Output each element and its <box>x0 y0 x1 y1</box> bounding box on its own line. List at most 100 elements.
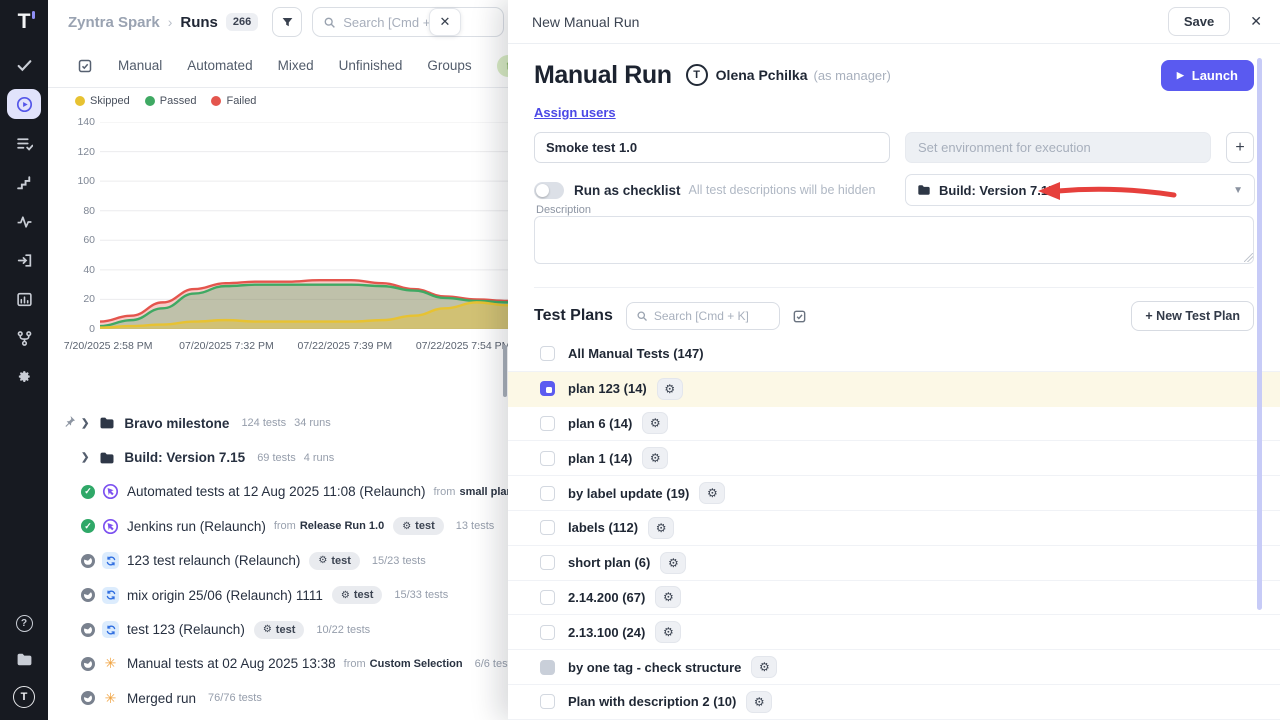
bar-chart-icon[interactable] <box>7 284 41 314</box>
test-plan-settings-button[interactable]: ⚙ <box>655 621 681 643</box>
test-plan-checkbox[interactable] <box>540 486 555 501</box>
bulk-select-icon[interactable] <box>792 309 807 324</box>
folder-icon <box>99 415 115 431</box>
test-tag-badge[interactable]: ⚙test <box>309 552 360 570</box>
test-plan-row[interactable]: plan 123 (14)⚙ <box>508 372 1280 407</box>
test-plans-search-input[interactable] <box>654 309 770 323</box>
test-plan-row[interactable]: 2.13.100 (24) ⚙ <box>508 615 1280 650</box>
test-plan-settings-button[interactable]: ⚙ <box>642 447 668 469</box>
folder-icon[interactable] <box>7 644 41 674</box>
build-folder-select[interactable]: Build: Version 7.15 ▼ <box>905 174 1255 206</box>
tab-groups[interactable]: Groups <box>427 58 471 73</box>
list-check-icon[interactable] <box>7 128 41 158</box>
import-icon[interactable] <box>7 245 41 275</box>
run-row[interactable]: Jenkins run (Relaunch)fromRelease Run 1.… <box>48 509 512 543</box>
breadcrumb-project[interactable]: Zyntra Spark <box>68 14 160 31</box>
global-search[interactable] <box>312 7 504 37</box>
test-plan-row[interactable]: 2.14.200 (67)⚙ <box>508 581 1280 616</box>
play-circle-icon[interactable] <box>7 89 41 119</box>
test-plan-checkbox[interactable] <box>540 416 555 431</box>
chevron-right-icon[interactable]: ❯ <box>81 452 89 463</box>
breadcrumb-section[interactable]: Runs <box>180 14 218 31</box>
test-plan-settings-button[interactable]: ⚙ <box>699 482 725 504</box>
gear-icon[interactable] <box>7 362 41 392</box>
description-textarea[interactable] <box>534 216 1254 264</box>
test-plan-settings-button[interactable]: ⚙ <box>660 552 686 574</box>
test-plan-checkbox[interactable] <box>540 590 555 605</box>
assign-users-link[interactable]: Assign users <box>534 105 616 120</box>
chevron-right-icon[interactable]: ❯ <box>81 418 89 429</box>
close-icon[interactable]: ✕ <box>1250 13 1262 30</box>
test-plan-checkbox[interactable] <box>540 555 555 570</box>
test-plan-row[interactable]: Plan with description 2 (10)⚙ <box>508 685 1280 720</box>
environment-input[interactable] <box>905 132 1211 163</box>
manual-run-icon: ✳ <box>102 655 119 672</box>
steps-icon[interactable] <box>7 167 41 197</box>
test-plan-row[interactable]: All Manual Tests (147) <box>508 337 1280 372</box>
run-row[interactable]: ✳Merged run76/76 tests <box>48 681 512 715</box>
folder-row[interactable]: ❯Build: Version 7.1569 tests4 runs <box>48 440 512 474</box>
test-plan-row[interactable]: plan 1 (14) ⚙ <box>508 441 1280 476</box>
run-name-input[interactable] <box>534 132 890 163</box>
tab-manual[interactable]: Manual <box>118 58 162 73</box>
run-row[interactable]: 123 test relaunch (Relaunch)⚙test15/23 t… <box>48 544 512 578</box>
check-icon[interactable] <box>7 50 41 80</box>
logo-roundel-icon[interactable]: T <box>13 686 35 708</box>
resize-grip-icon[interactable] <box>1244 253 1253 262</box>
test-tag-badge[interactable]: ⚙test <box>254 621 305 639</box>
test-plan-settings-button[interactable]: ⚙ <box>642 412 668 434</box>
help-icon[interactable]: ? <box>16 615 33 632</box>
test-tag-badge[interactable]: ⚙test <box>393 517 444 535</box>
filter-button[interactable] <box>272 7 302 37</box>
test-tag-badge[interactable]: ⚙test <box>332 586 383 604</box>
status-in-progress-icon <box>81 623 95 637</box>
test-plan-row[interactable]: plan 6 (14)⚙ <box>508 407 1280 442</box>
test-plan-settings-button[interactable]: ⚙ <box>751 656 777 678</box>
launch-button[interactable]: ▶ Launch <box>1161 60 1254 91</box>
close-search-button[interactable]: ✕ <box>429 8 461 36</box>
save-button[interactable]: Save <box>1168 7 1230 36</box>
tab-automated[interactable]: Automated <box>187 58 252 73</box>
test-plan-settings-button[interactable]: ⚙ <box>746 691 772 713</box>
status-in-progress-icon <box>81 657 95 671</box>
test-plan-label: plan 1 (14) <box>568 451 632 466</box>
folder-row[interactable]: ❯Bravo milestone124 tests34 runs <box>48 406 512 440</box>
run-row[interactable]: test 123 (Relaunch)⚙test10/22 tests <box>48 612 512 646</box>
test-plan-settings-button[interactable]: ⚙ <box>657 378 683 400</box>
panel-scrollbar[interactable] <box>1257 58 1262 610</box>
pulse-icon[interactable] <box>7 206 41 236</box>
test-plan-row[interactable]: by label update (19)⚙ <box>508 476 1280 511</box>
test-plan-row[interactable]: short plan (6)⚙ <box>508 546 1280 581</box>
test-tag-label: test <box>276 624 296 636</box>
test-plan-checkbox[interactable] <box>540 694 555 709</box>
test-plan-checkbox[interactable] <box>540 346 555 361</box>
test-plan-row[interactable]: labels (112)⚙ <box>508 511 1280 546</box>
page-scrollbar[interactable] <box>503 345 507 397</box>
test-plan-checkbox[interactable] <box>540 520 555 535</box>
test-plan-settings-button[interactable]: ⚙ <box>648 517 674 539</box>
new-test-plan-button[interactable]: + New Test Plan <box>1131 301 1254 331</box>
test-plans-search[interactable] <box>626 302 780 330</box>
branch-icon[interactable] <box>7 323 41 353</box>
run-row[interactable]: Automated tests at 12 Aug 2025 11:08 (Re… <box>48 475 512 509</box>
bulk-select-icon[interactable] <box>77 58 93 74</box>
run-tests-meta: 10/22 tests <box>316 624 370 636</box>
test-plan-checkbox[interactable] <box>540 625 555 640</box>
owner-name: Olena Pchilka <box>716 67 808 83</box>
run-row[interactable]: mix origin 25/06 (Relaunch) 1111⚙test15/… <box>48 578 512 612</box>
tab-mixed[interactable]: Mixed <box>278 58 314 73</box>
legend-label: Failed <box>226 95 256 107</box>
test-plan-checkbox[interactable] <box>540 451 555 466</box>
tab-unfinished[interactable]: Unfinished <box>339 58 403 73</box>
run-row[interactable]: ✳Manual tests at 02 Aug 2025 13:38fromCu… <box>48 647 512 681</box>
app-logo[interactable]: T <box>18 10 31 34</box>
owner-avatar: T <box>686 64 708 86</box>
test-plan-row[interactable]: by one tag - check structure⚙ <box>508 650 1280 685</box>
global-search-input[interactable] <box>343 15 493 30</box>
test-plan-label: 2.13.100 (24) <box>568 625 645 640</box>
run-from-value: Custom Selection <box>370 658 463 670</box>
test-plan-checkbox[interactable] <box>540 381 555 396</box>
add-environment-button[interactable]: + <box>1226 132 1254 163</box>
test-plan-settings-button[interactable]: ⚙ <box>655 586 681 608</box>
run-as-checklist-toggle[interactable] <box>534 182 564 199</box>
